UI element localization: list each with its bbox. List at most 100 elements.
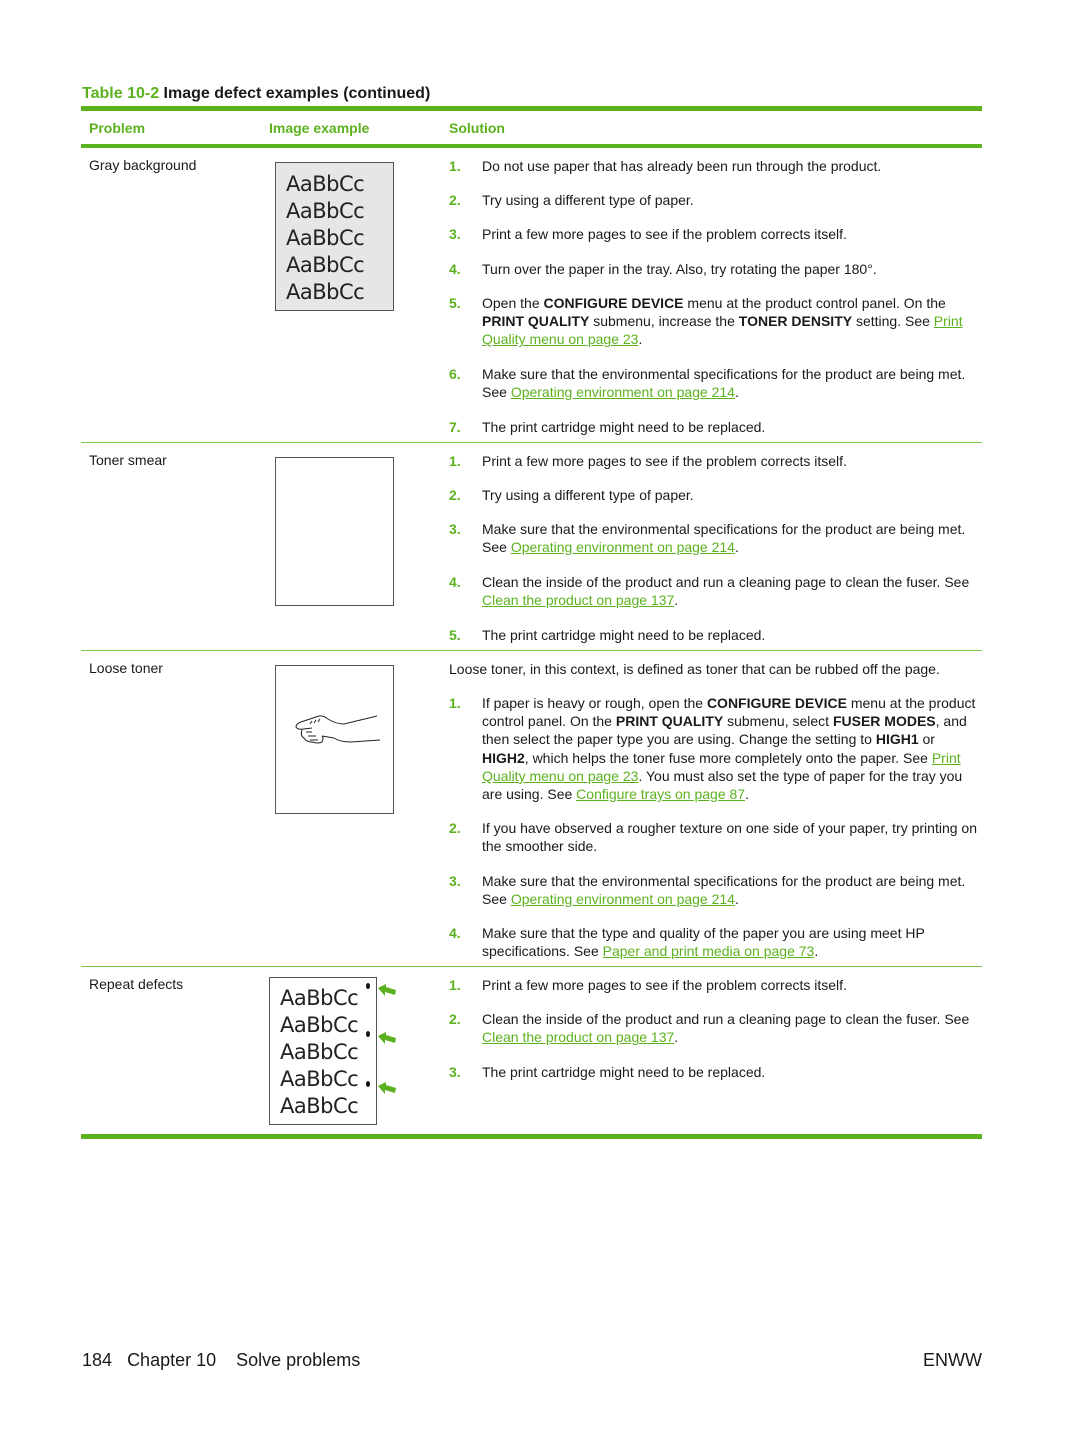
sample-text-line: AaBbCc xyxy=(286,253,365,277)
step-number: 7. xyxy=(449,419,461,435)
step-text: Clean the inside of the product and run … xyxy=(482,574,970,609)
solution-step: 5. The print cartridge might need to be r… xyxy=(449,626,979,644)
column-header-image-example: Image example xyxy=(269,120,370,136)
step-number: 2. xyxy=(449,1011,461,1027)
step-number: 2. xyxy=(449,487,461,503)
column-header-problem: Problem xyxy=(89,120,146,136)
step-text: Clean the inside of the product and run … xyxy=(482,1011,970,1046)
step-text: The print cartridge might need to be rep… xyxy=(482,627,766,643)
arrow-icon xyxy=(378,984,396,996)
cross-reference-link[interactable]: Operating environment on page 214 xyxy=(511,384,735,400)
footer-left: 184 Chapter 10 Solve problems xyxy=(82,1350,360,1371)
problem-label: Loose toner xyxy=(89,660,163,676)
problem-label: Repeat defects xyxy=(89,976,184,992)
menu-term: TONER DENSITY xyxy=(738,313,853,330)
menu-term: CONFIGURE DEVICE xyxy=(543,295,684,311)
solution-step: 3. The print cartridge might need to be r… xyxy=(449,1063,979,1081)
step-number: 2. xyxy=(449,820,461,836)
step-text: Make sure that the environmental specifi… xyxy=(482,873,966,908)
step-number: 6. xyxy=(449,366,461,382)
sample-text-line: AaBbCc xyxy=(286,172,365,196)
arrow-icon xyxy=(378,1032,396,1044)
solution-step: 3. Print a few more pages to see if the p… xyxy=(449,225,979,243)
cross-reference-link[interactable]: Print Quality menu on page 23 xyxy=(482,750,961,784)
step-number: 4. xyxy=(449,925,461,941)
step-number: 4. xyxy=(449,261,461,277)
step-number: 1. xyxy=(449,977,461,993)
chapter-label: Chapter 10 xyxy=(127,1350,217,1370)
cross-reference-link[interactable]: Clean the product on page 137 xyxy=(482,1029,674,1045)
header-bottom-rule xyxy=(81,144,982,148)
step-text: If paper is heavy or rough, open the CON… xyxy=(482,695,976,803)
problem-label: Gray background xyxy=(89,157,197,173)
solution-step: 1. Do not use paper that has already been… xyxy=(449,157,979,175)
step-text: Try using a different type of paper. xyxy=(482,487,694,503)
step-text: Print a few more pages to see if the pro… xyxy=(482,977,847,993)
solution-step: 2. Try using a different type of paper. xyxy=(449,486,979,504)
section-title: Solve problems xyxy=(236,1350,361,1370)
solution-step: 3. Make sure that the environmental speci… xyxy=(449,520,979,556)
table-title-text: Image defect examples (continued) xyxy=(163,85,431,102)
step-text: The print cartridge might need to be rep… xyxy=(482,1064,766,1080)
solution-step: 4. Turn over the paper in the tray. Also,… xyxy=(449,260,979,278)
column-header-solution: Solution xyxy=(449,120,505,136)
step-text: Print a few more pages to see if the pro… xyxy=(482,226,847,242)
solution-step: 2. Clean the inside of the product and ru… xyxy=(449,1010,979,1046)
solution-step: 1. Print a few more pages to see if the p… xyxy=(449,976,979,994)
step-number: 4. xyxy=(449,574,461,590)
row-divider xyxy=(81,966,982,967)
menu-term: FUSER MODES xyxy=(832,713,936,730)
cross-reference-link[interactable]: Operating environment on page 214 xyxy=(511,891,735,907)
defect-spot xyxy=(366,1031,370,1037)
defect-markers xyxy=(366,983,396,1094)
arrow-icon xyxy=(378,1082,396,1094)
defect-spot xyxy=(366,983,370,989)
menu-term: PRINT QUALITY xyxy=(482,313,590,330)
solution-step: 2. If you have observed a rougher texture… xyxy=(449,819,979,855)
menu-term: CONFIGURE DEVICE xyxy=(706,695,847,711)
cross-reference-link[interactable]: Configure trays on page 87 xyxy=(576,786,745,802)
cross-reference-link[interactable]: Paper and print media on page 73 xyxy=(603,943,815,959)
solution-step: 7. The print cartridge might need to be r… xyxy=(449,418,979,436)
sample-text-line: AaBbCc xyxy=(286,199,365,223)
step-text: Open the CONFIGURE DEVICE menu at the pr… xyxy=(482,295,963,348)
step-number: 3. xyxy=(449,226,461,242)
menu-term: PRINT QUALITY xyxy=(615,713,724,730)
sample-text-line: AaBbCc xyxy=(286,280,365,304)
step-number: 2. xyxy=(449,192,461,208)
cross-reference-link[interactable]: Clean the product on page 137 xyxy=(482,592,674,608)
solution-intro: Loose toner, in this context, is defined… xyxy=(449,661,940,677)
hand-icon xyxy=(295,715,381,744)
step-text: If you have observed a rougher texture o… xyxy=(482,820,977,855)
step-number: 1. xyxy=(449,695,461,711)
step-number: 5. xyxy=(449,295,461,311)
header-top-rule xyxy=(81,106,982,111)
row-divider xyxy=(81,650,982,651)
locale-code: ENWW xyxy=(923,1350,982,1370)
solution-step: 1. If paper is heavy or rough, open the C… xyxy=(449,694,979,803)
table-label: Table 10-2 xyxy=(82,85,160,102)
step-number: 3. xyxy=(449,1064,461,1080)
step-text: Turn over the paper in the tray. Also, t… xyxy=(482,261,877,277)
solution-step: 1. Print a few more pages to see if the p… xyxy=(449,452,979,470)
gray-background-sample: AaBbCc AaBbCc AaBbCc AaBbCc AaBbCc xyxy=(275,162,394,311)
solution-step: 6. Make sure that the environmental speci… xyxy=(449,365,979,401)
step-number: 3. xyxy=(449,521,461,537)
page-number: 184 xyxy=(82,1350,113,1370)
cross-reference-link[interactable]: Operating environment on page 214 xyxy=(511,539,735,555)
table-bottom-rule xyxy=(81,1134,982,1139)
defect-spot xyxy=(366,1081,370,1087)
step-text: Try using a different type of paper. xyxy=(482,192,694,208)
solution-step: 5. Open the CONFIGURE DEVICE menu at the … xyxy=(449,294,979,349)
solution-step: 4. Make sure that the type and quality of… xyxy=(449,924,979,960)
menu-term: HIGH2 xyxy=(482,749,525,766)
solution-step: 3. Make sure that the environmental speci… xyxy=(449,872,979,908)
step-text: Do not use paper that has already been r… xyxy=(482,158,882,174)
step-text: Make sure that the type and quality of t… xyxy=(482,925,925,960)
solution-step: 4. Clean the inside of the product and ru… xyxy=(449,573,979,609)
toner-smear-sample xyxy=(275,457,394,606)
table-title: Table 10-2 Image defect examples (contin… xyxy=(82,85,430,103)
problem-label: Toner smear xyxy=(89,452,167,468)
sample-text-line: AaBbCc xyxy=(286,226,365,250)
solution-step: 2. Try using a different type of paper. xyxy=(449,191,979,209)
